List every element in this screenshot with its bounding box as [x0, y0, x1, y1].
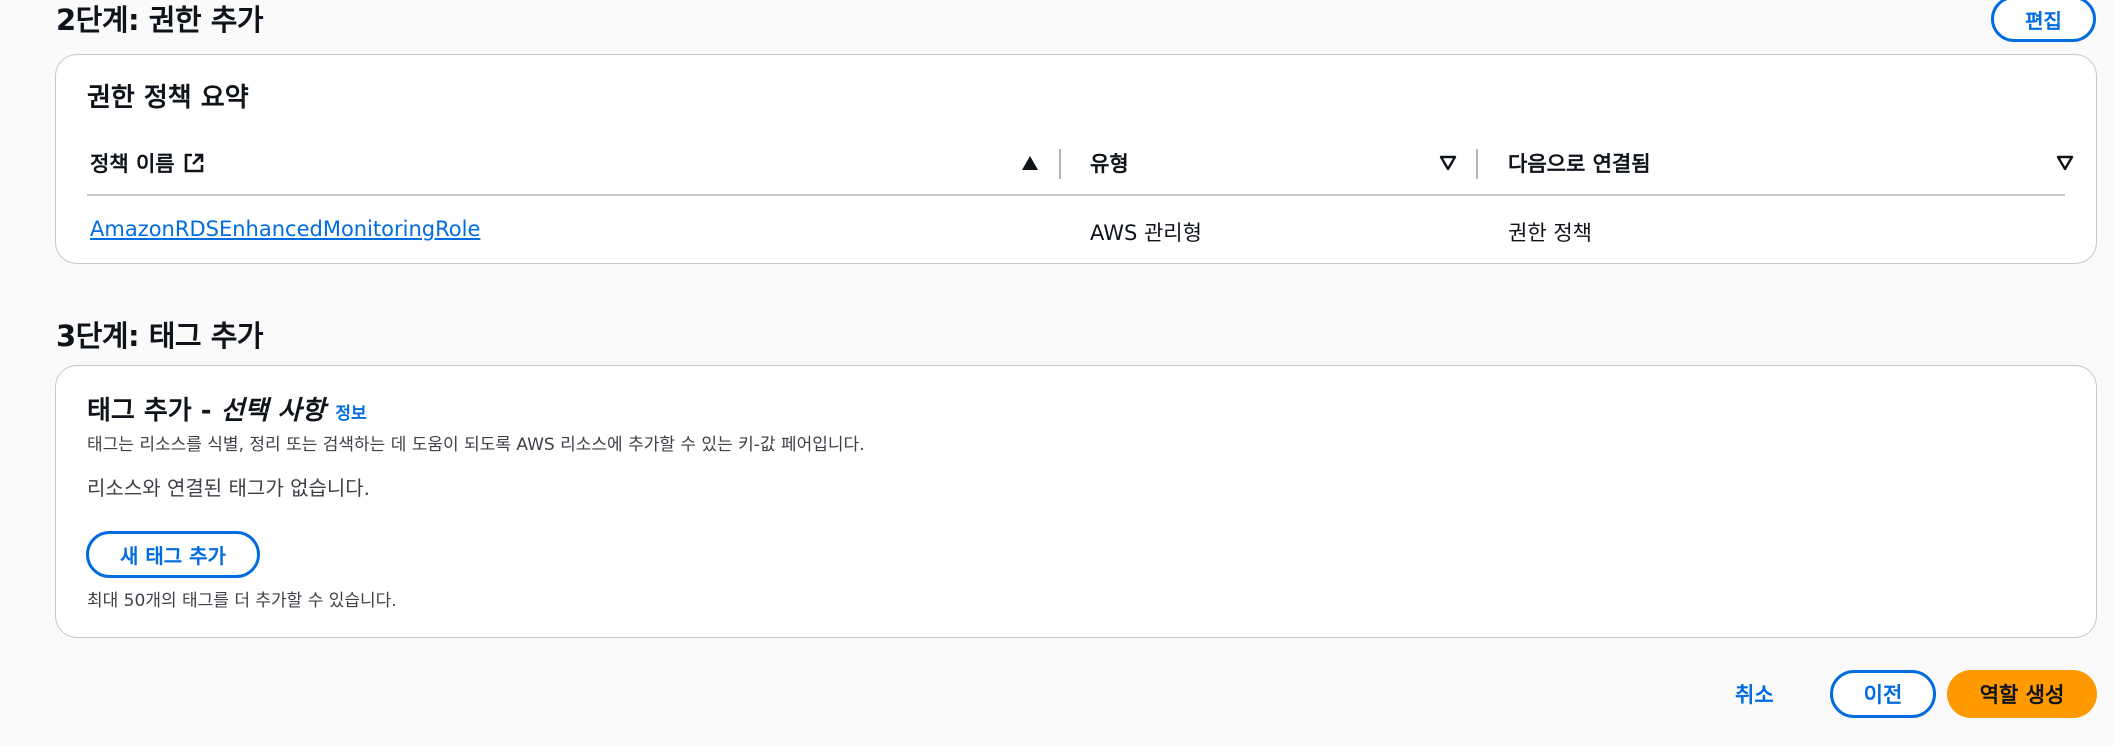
permissions-summary-card: 권한 정책 요약 정책 이름 유형 다음으로 연결됨 AmazonRDSEnha…	[55, 54, 2097, 264]
tags-title-main: 태그 추가 -	[87, 396, 221, 426]
no-tags-message: 리소스와 연결된 태그가 없습니다.	[87, 476, 371, 500]
column-divider[interactable]	[1059, 149, 1061, 179]
policy-type-cell: AWS 관리형	[1090, 221, 1202, 245]
permissions-summary-title: 권한 정책 요약	[87, 83, 249, 113]
policy-name-link[interactable]: AmazonRDSEnhancedMonitoringRole	[90, 217, 480, 241]
external-link-icon	[184, 153, 203, 173]
tags-card: 태그 추가 - 선택 사항 정보 태그는 리소스를 식별, 정리 또는 검색하는…	[55, 365, 2097, 638]
policy-attached-as-cell: 권한 정책	[1508, 221, 1592, 245]
column-label-attached-as: 다음으로 연결됨	[1508, 152, 1651, 176]
sort-descending-icon[interactable]	[2056, 155, 2074, 171]
tags-description: 태그는 리소스를 식별, 정리 또는 검색하는 데 도움이 되도록 AWS 리소…	[87, 435, 865, 455]
cancel-button[interactable]: 취소	[1735, 676, 1774, 712]
step3-title: 3단계: 태그 추가	[56, 319, 264, 353]
table-row: AmazonRDSEnhancedMonitoringRole AWS 관리형 …	[56, 205, 2096, 255]
edit-button[interactable]: 편집	[1991, 0, 2096, 42]
table-header-divider	[87, 194, 2065, 196]
column-header-attached-as[interactable]: 다음으로 연결됨	[1508, 148, 1651, 178]
tag-limit-text: 최대 50개의 태그를 더 추가할 수 있습니다.	[87, 591, 397, 611]
column-divider[interactable]	[1476, 149, 1478, 179]
column-header-policy-name[interactable]: 정책 이름	[90, 148, 205, 178]
sort-ascending-icon[interactable]	[1021, 155, 1039, 171]
column-header-type[interactable]: 유형	[1090, 148, 1129, 178]
add-tag-button[interactable]: 새 태그 추가	[86, 531, 260, 578]
column-label-type: 유형	[1090, 152, 1129, 176]
create-role-button[interactable]: 역할 생성	[1947, 670, 2097, 718]
info-link[interactable]: 정보	[335, 399, 366, 424]
tags-card-header: 태그 추가 - 선택 사항 정보	[87, 390, 367, 427]
tags-title-optional: 선택 사항	[220, 396, 326, 426]
column-label-policy-name: 정책 이름	[90, 152, 175, 176]
step2-title: 2단계: 권한 추가	[56, 3, 264, 37]
tags-card-title: 태그 추가 - 선택 사항	[87, 390, 325, 427]
sort-descending-icon[interactable]	[1439, 155, 1457, 171]
previous-button[interactable]: 이전	[1830, 670, 1936, 718]
